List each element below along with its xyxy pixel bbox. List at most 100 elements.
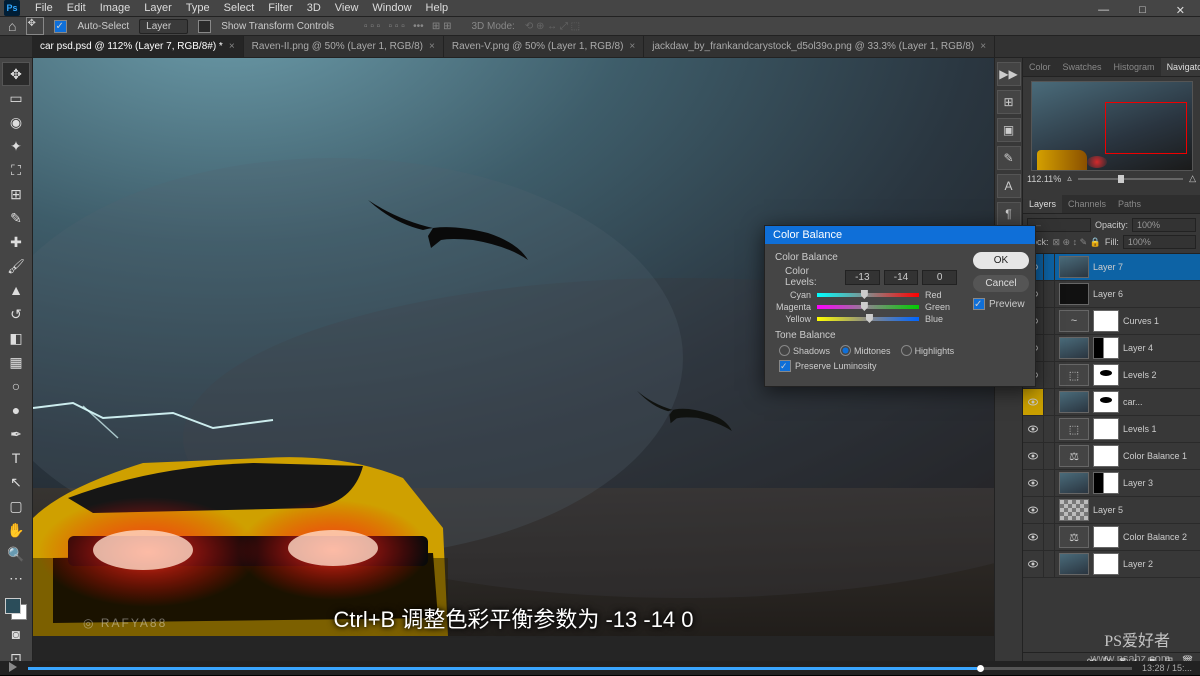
navigator-viewport[interactable]	[1105, 102, 1187, 154]
layer-thumb[interactable]	[1059, 283, 1089, 305]
yellow-blue-slider[interactable]	[817, 317, 919, 321]
layer-row[interactable]: ⚖Color Balance 2	[1023, 524, 1200, 551]
layer-mask[interactable]	[1093, 553, 1119, 575]
magenta-green-slider[interactable]	[817, 305, 919, 309]
navigator-thumb[interactable]	[1031, 81, 1193, 171]
navigator-tab[interactable]: Navigator	[1161, 58, 1200, 76]
eraser-tool[interactable]: ◧	[3, 327, 29, 349]
lock-icons[interactable]: ⊠ ⊕ ↕ ✎ 🔒	[1053, 237, 1101, 248]
doc-tab[interactable]: jackdaw_by_frankandcarystock_d5ol39o.png…	[644, 36, 995, 57]
magic-wand-tool[interactable]: ✦	[3, 135, 29, 157]
zoom-value[interactable]: 112.11%	[1027, 174, 1061, 184]
shadows-radio[interactable]: Shadows	[779, 345, 830, 356]
layer-name[interactable]: Color Balance 1	[1123, 451, 1187, 461]
history-brush-tool[interactable]: ↺	[3, 303, 29, 325]
layer-row[interactable]: ~ Curves 1	[1023, 308, 1200, 335]
zoom-out-icon[interactable]: ▵	[1067, 173, 1072, 184]
menu-window[interactable]: Window	[365, 2, 418, 14]
menu-type[interactable]: Type	[179, 2, 217, 14]
dialog-title[interactable]: Color Balance	[765, 226, 1035, 244]
layer-thumb[interactable]: ~	[1059, 310, 1089, 332]
layer-visibility-icon[interactable]	[1023, 389, 1044, 415]
layer-select[interactable]: Layer	[139, 19, 188, 34]
layer-mask[interactable]	[1093, 337, 1119, 359]
path-tool[interactable]: ↖	[3, 471, 29, 493]
menu-help[interactable]: Help	[419, 2, 456, 14]
histogram-tab[interactable]: Histogram	[1108, 58, 1161, 76]
seek-bar[interactable]	[28, 667, 1132, 670]
layer-mask[interactable]	[1093, 445, 1119, 467]
layer-thumb[interactable]	[1059, 337, 1089, 359]
layer-thumb[interactable]: ⬚	[1059, 364, 1089, 386]
layer-visibility-icon[interactable]	[1023, 524, 1044, 550]
channels-tab[interactable]: Channels	[1062, 195, 1112, 213]
align-icons[interactable]: ▫ ▫ ▫ ▫ ▫ ▫ ••• ⊞ ⊞	[364, 21, 451, 32]
layer-visibility-icon[interactable]	[1023, 497, 1044, 523]
layer-mask[interactable]	[1093, 391, 1119, 413]
layer-thumb[interactable]	[1059, 553, 1089, 575]
layer-row[interactable]: Layer 6	[1023, 281, 1200, 308]
play-icon[interactable]	[6, 660, 22, 676]
layer-name[interactable]: Color Balance 2	[1123, 532, 1187, 542]
layer-row[interactable]: Layer 2	[1023, 551, 1200, 578]
shape-tool[interactable]: ▢	[3, 495, 29, 517]
zoom-in-icon[interactable]: △	[1189, 173, 1196, 184]
layer-name[interactable]: car...	[1123, 397, 1143, 407]
paths-tab[interactable]: Paths	[1112, 195, 1147, 213]
quick-mask[interactable]: ◙	[3, 623, 29, 645]
home-icon[interactable]: ⌂	[8, 18, 16, 34]
level-yellow-input[interactable]: 0	[922, 270, 957, 285]
layer-row[interactable]: ⚖Color Balance 1	[1023, 443, 1200, 470]
fill-value[interactable]: 100%	[1123, 235, 1196, 249]
lasso-tool[interactable]: ◉	[3, 111, 29, 133]
layer-row[interactable]: Layer 3	[1023, 470, 1200, 497]
show-transform-checkbox[interactable]	[198, 20, 211, 33]
crop-tool[interactable]: ⛶	[3, 159, 29, 181]
doc-tab-active[interactable]: car psd.psd @ 112% (Layer 7, RGB/8#) *×	[32, 36, 244, 57]
menu-layer[interactable]: Layer	[137, 2, 179, 14]
layer-mask[interactable]	[1093, 364, 1119, 386]
layer-thumb[interactable]	[1059, 256, 1089, 278]
layer-row[interactable]: ⬚Levels 1	[1023, 416, 1200, 443]
move-tool[interactable]: ✥	[3, 63, 29, 85]
brush-tool[interactable]: 🖌	[3, 255, 29, 277]
layer-name[interactable]: Layer 2	[1123, 559, 1153, 569]
menu-edit[interactable]: Edit	[60, 2, 93, 14]
close-icon[interactable]: ✕	[1169, 4, 1192, 17]
layers-tab[interactable]: Layers	[1023, 195, 1062, 213]
layer-mask[interactable]	[1093, 472, 1119, 494]
menu-3d[interactable]: 3D	[300, 2, 328, 14]
pen-tool[interactable]: ✒	[3, 423, 29, 445]
eyedropper-tool[interactable]: ✎	[3, 207, 29, 229]
minimize-icon[interactable]: —	[1091, 4, 1116, 17]
midtones-radio[interactable]: Midtones	[840, 345, 891, 356]
marquee-tool[interactable]: ▭	[3, 87, 29, 109]
level-cyan-input[interactable]: -13	[845, 270, 880, 285]
preview-checkbox[interactable]: ✓Preview	[973, 298, 1029, 310]
gradient-tool[interactable]: ▦	[3, 351, 29, 373]
layer-mask[interactable]	[1093, 310, 1119, 332]
actions-panel-icon[interactable]: ▣	[997, 118, 1021, 142]
doc-tab[interactable]: Raven-II.png @ 50% (Layer 1, RGB/8)×	[244, 36, 444, 57]
zoom-slider[interactable]	[1078, 178, 1183, 180]
blend-mode[interactable]: —	[1027, 218, 1091, 232]
color-swatch[interactable]	[5, 598, 27, 620]
layer-row[interactable]: Layer 5	[1023, 497, 1200, 524]
para-panel-icon[interactable]: ¶	[997, 202, 1021, 226]
highlights-radio[interactable]: Highlights	[901, 345, 955, 356]
layer-thumb[interactable]	[1059, 499, 1089, 521]
history-panel-icon[interactable]: ▶▶	[997, 62, 1021, 86]
dodge-tool[interactable]: ●	[3, 399, 29, 421]
heal-tool[interactable]: ✚	[3, 231, 29, 253]
menu-image[interactable]: Image	[93, 2, 138, 14]
layer-name[interactable]: Curves 1	[1123, 316, 1159, 326]
doc-tab[interactable]: Raven-V.png @ 50% (Layer 1, RGB/8)×	[444, 36, 644, 57]
layer-mask[interactable]	[1093, 526, 1119, 548]
edit-toolbar[interactable]: ⋯	[3, 567, 29, 589]
opacity-value[interactable]: 100%	[1132, 218, 1196, 232]
layer-visibility-icon[interactable]	[1023, 416, 1044, 442]
cancel-button[interactable]: Cancel	[973, 275, 1029, 292]
layer-row[interactable]: Layer 7	[1023, 254, 1200, 281]
color-tab[interactable]: Color	[1023, 58, 1057, 76]
layer-thumb[interactable]	[1059, 472, 1089, 494]
